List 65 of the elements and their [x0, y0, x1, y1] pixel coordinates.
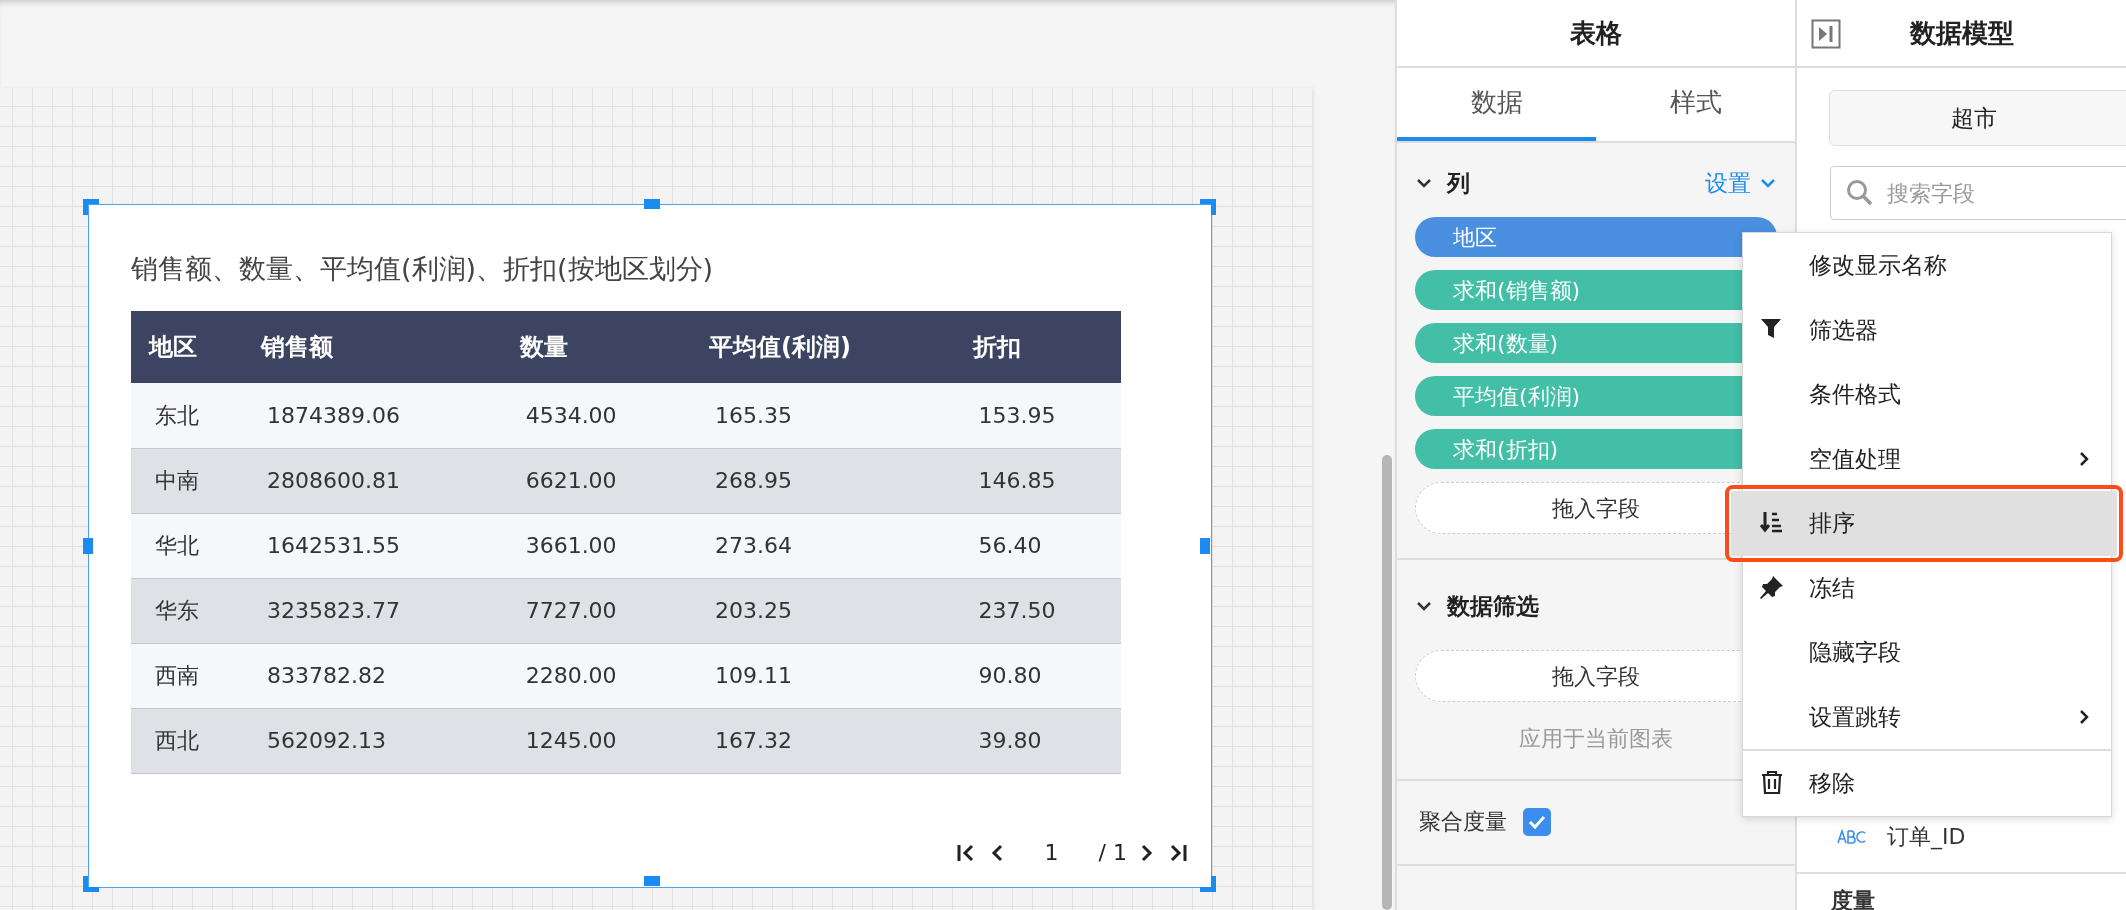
- column-header[interactable]: 平均值(利润): [691, 311, 955, 383]
- search-box[interactable]: 搜索字段: [1830, 166, 2126, 220]
- table-cell: 华东: [131, 578, 244, 643]
- page-number-field[interactable]: 1: [1016, 836, 1087, 869]
- table-cell: 39.80: [954, 708, 1121, 773]
- table-cell: 153.95: [954, 383, 1121, 448]
- table-cell: 西北: [131, 708, 244, 773]
- section-title: 数据筛选: [1447, 591, 1539, 621]
- column-header[interactable]: 销售额: [243, 311, 502, 383]
- table-cell: 203.25: [691, 578, 955, 643]
- table-cell: 109.11: [691, 643, 955, 708]
- checkbox[interactable]: [1523, 807, 1551, 836]
- hint-text: 应用于当前图表: [1518, 725, 1674, 753]
- field-name[interactable]: 订单_ID: [1887, 820, 1966, 853]
- column-header[interactable]: 地区: [131, 311, 244, 383]
- table-cell: 562092.13: [243, 708, 502, 773]
- table-cell: 6621.00: [501, 448, 692, 513]
- table-cell: 268.95: [691, 448, 955, 513]
- resize-handle[interactable]: [644, 199, 660, 209]
- collapse-panel-icon[interactable]: [1811, 19, 1841, 49]
- table-cell: 1874389.06: [243, 383, 502, 448]
- resize-handle[interactable]: [1200, 538, 1210, 554]
- column-header[interactable]: 数量: [501, 311, 692, 383]
- table-cell: 中南: [131, 448, 244, 513]
- table-cell: 西南: [131, 643, 244, 708]
- table-cell: 2280.00: [501, 643, 692, 708]
- resize-handle[interactable]: [1200, 199, 1216, 215]
- table-cell: 1245.00: [501, 708, 692, 773]
- column-header[interactable]: 折扣: [954, 311, 1121, 383]
- table-cell: 165.35: [691, 383, 955, 448]
- trash-icon: [1759, 769, 1785, 796]
- table-cell: 3661.00: [501, 513, 692, 578]
- table-cell: 3235823.77: [243, 578, 502, 643]
- checkbox-label: 聚合度量: [1419, 808, 1507, 836]
- text-field-icon: [1837, 827, 1867, 846]
- table-cell: 2808600.81: [243, 448, 502, 513]
- table-cell: 7727.00: [501, 578, 692, 643]
- resize-handle[interactable]: [1200, 876, 1216, 892]
- table-cell: 167.32: [691, 708, 955, 773]
- chart-title: 销售额、数量、平均值(利润)、折扣(按地区划分): [131, 252, 715, 286]
- menu-item[interactable]: 移除: [1743, 751, 2111, 816]
- table-cell: 833782.82: [243, 643, 502, 708]
- table-cell: 90.80: [954, 643, 1121, 708]
- table-cell: 东北: [131, 383, 244, 448]
- pin-icon: [1759, 573, 1785, 600]
- page-total: / 1: [1098, 839, 1127, 867]
- search-field[interactable]: 搜索字段: [1885, 175, 2126, 211]
- table-cell: 146.85: [954, 448, 1121, 513]
- table-cell: 56.40: [954, 513, 1121, 578]
- table-cell: 4534.00: [501, 383, 692, 448]
- table-cell: 237.50: [954, 578, 1121, 643]
- resize-handle[interactable]: [83, 876, 99, 892]
- resize-handle[interactable]: [644, 876, 660, 886]
- resize-handle[interactable]: [83, 538, 93, 554]
- section-title: 列: [1447, 168, 1470, 198]
- table-cell: 273.64: [691, 513, 955, 578]
- resize-handle[interactable]: [83, 199, 99, 215]
- panel-title: 数据模型: [1909, 16, 2014, 50]
- menu-item[interactable]: 冻结: [1743, 555, 2111, 620]
- search-icon: [1845, 178, 1875, 208]
- table-cell: 1642531.55: [243, 513, 502, 578]
- dataset-dropdown[interactable]: 超市: [1829, 90, 2126, 146]
- table-cell: 华北: [131, 513, 244, 578]
- panel-title: 表格: [1570, 16, 1622, 50]
- scrollbar-thumb[interactable]: [1382, 455, 1392, 910]
